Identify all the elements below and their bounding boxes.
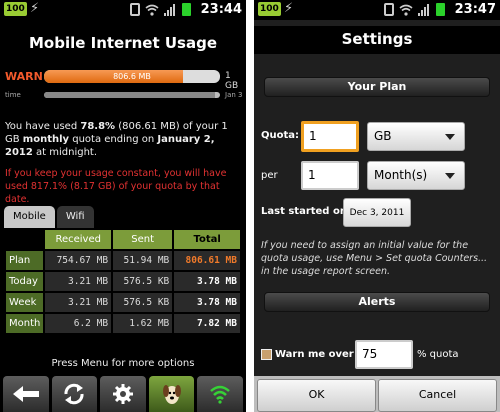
section-header-alerts: Alerts: [264, 292, 490, 312]
back-arrow-icon: [12, 386, 39, 402]
warn-me-label: Warn me over: [275, 349, 354, 360]
usage-progress-text: 806.6 MB: [113, 72, 151, 81]
status-bar: 100 ⚡ 23:44: [0, 0, 246, 20]
menu-hint: Press Menu for more options: [51, 358, 195, 369]
settings-screen: 100 ⚡ 23:47 Settings Your Plan Quota: 1 …: [254, 0, 500, 412]
row-label: Plan: [3, 249, 46, 272]
status-clock: 23:44: [200, 2, 242, 17]
chevron-down-icon: [445, 173, 455, 179]
row-label: Month: [3, 312, 46, 335]
time-progress-fill: [44, 92, 215, 98]
usb-icon: ⚡: [30, 1, 40, 16]
network-tabs: Mobile Wifi: [4, 206, 94, 228]
quota-unit-value: GB: [374, 129, 392, 143]
refresh-button[interactable]: [51, 376, 98, 412]
period-unit-value: Month(s): [374, 168, 428, 182]
table-corner: [3, 228, 46, 251]
usb-icon: ⚡: [284, 1, 294, 16]
usage-table: Received Sent Total Plan 754.67 MB 51.94…: [3, 228, 242, 335]
warn-checkbox[interactable]: [261, 349, 272, 360]
wifi-icon: [145, 4, 159, 16]
total-cell: 3.78 MB: [172, 291, 242, 314]
total-cell: 7.82 MB: [172, 312, 242, 335]
ok-button[interactable]: OK: [257, 379, 376, 412]
battery-icon: [182, 3, 191, 16]
column-header-sent: Sent: [111, 228, 175, 251]
network-button[interactable]: [197, 376, 243, 412]
dialog-button-bar: OK Cancel: [254, 376, 500, 412]
usage-projection-warning: If you keep your usage constant, you wil…: [5, 168, 227, 205]
received-cell: 3.21 MB: [43, 270, 114, 293]
status-clock: 23:47: [454, 2, 496, 17]
row-label: Week: [3, 291, 46, 314]
sent-cell: 576.5 KB: [111, 270, 175, 293]
status-bar: 100 ⚡ 23:47: [254, 0, 500, 20]
usage-summary: You have used 78.8% (806.61 MB) of your …: [5, 121, 228, 158]
table-row: Week 3.21 MB 576.5 KB 3.78 MB: [3, 291, 242, 314]
battery-level-badge: 100: [258, 2, 281, 16]
gear-icon: [112, 384, 133, 404]
table-row: Month 6.2 MB 1.62 MB 7.82 MB: [3, 312, 242, 335]
quota-unit-select[interactable]: GB: [367, 122, 465, 151]
page-title: Mobile Internet Usage: [28, 34, 218, 52]
page-title: Settings: [254, 26, 500, 54]
cancel-button[interactable]: Cancel: [378, 379, 497, 412]
bottom-toolbar: [0, 376, 246, 412]
total-cell: 3.78 MB: [172, 270, 242, 293]
period-end-label: Jan 3: [225, 91, 243, 99]
wifi-icon: [399, 4, 413, 16]
warn-threshold-input[interactable]: 75: [355, 340, 413, 369]
column-header-total: Total: [172, 228, 242, 251]
warn-label: WARN: [5, 70, 43, 83]
refresh-icon: [64, 383, 84, 405]
section-header-your-plan: Your Plan: [264, 77, 490, 97]
quota-label: Quota:: [261, 130, 300, 141]
dog-icon: [162, 385, 181, 404]
sent-cell: 51.94 MB: [111, 249, 175, 272]
wifi-signal-icon: [210, 385, 231, 404]
received-cell: 754.67 MB: [43, 249, 114, 272]
usage-screen: 100 ⚡ 23:44 Mobile Internet Usage WARN 8…: [0, 0, 246, 412]
sent-cell: 576.5 KB: [111, 291, 175, 314]
time-label: time: [5, 91, 21, 99]
app-logo-button[interactable]: [148, 376, 195, 412]
period-unit-select[interactable]: Month(s): [367, 161, 465, 190]
quota-info-text: If you need to assign an initial value f…: [261, 240, 488, 277]
tab-wifi[interactable]: Wifi: [56, 206, 94, 228]
table-header-row: Received Sent Total: [3, 228, 242, 251]
total-cell: 806.61 MB: [172, 249, 242, 272]
battery-icon: [436, 3, 445, 16]
chevron-down-icon: [445, 134, 455, 140]
signal-icon: [418, 3, 431, 16]
table-row: Today 3.21 MB 576.5 KB 3.78 MB: [3, 270, 242, 293]
received-cell: 6.2 MB: [43, 312, 114, 335]
period-count-input[interactable]: 1: [301, 161, 359, 190]
signal-icon: [164, 3, 177, 16]
back-button[interactable]: [3, 376, 49, 412]
received-cell: 3.21 MB: [43, 291, 114, 314]
vibrate-icon: [130, 3, 140, 16]
quota-cap-label: 1 GB: [225, 71, 239, 91]
time-progress-bar: [44, 92, 220, 98]
settings-button[interactable]: [100, 376, 146, 412]
battery-level-badge: 100: [4, 2, 27, 16]
per-label: per: [261, 170, 278, 181]
table-row: Plan 754.67 MB 51.94 MB 806.61 MB: [3, 249, 242, 272]
vibrate-icon: [384, 3, 394, 16]
quota-input[interactable]: 1: [301, 121, 359, 152]
sent-cell: 1.62 MB: [111, 312, 175, 335]
usage-progress-bar: 806.6 MB: [44, 70, 220, 83]
last-started-date-button[interactable]: Dec 3, 2011: [343, 198, 411, 227]
last-started-label: Last started on: [261, 206, 347, 217]
column-header-received: Received: [43, 228, 114, 251]
warn-suffix-label: % quota: [417, 349, 459, 360]
tab-mobile[interactable]: Mobile: [4, 206, 55, 228]
row-label: Today: [3, 270, 46, 293]
